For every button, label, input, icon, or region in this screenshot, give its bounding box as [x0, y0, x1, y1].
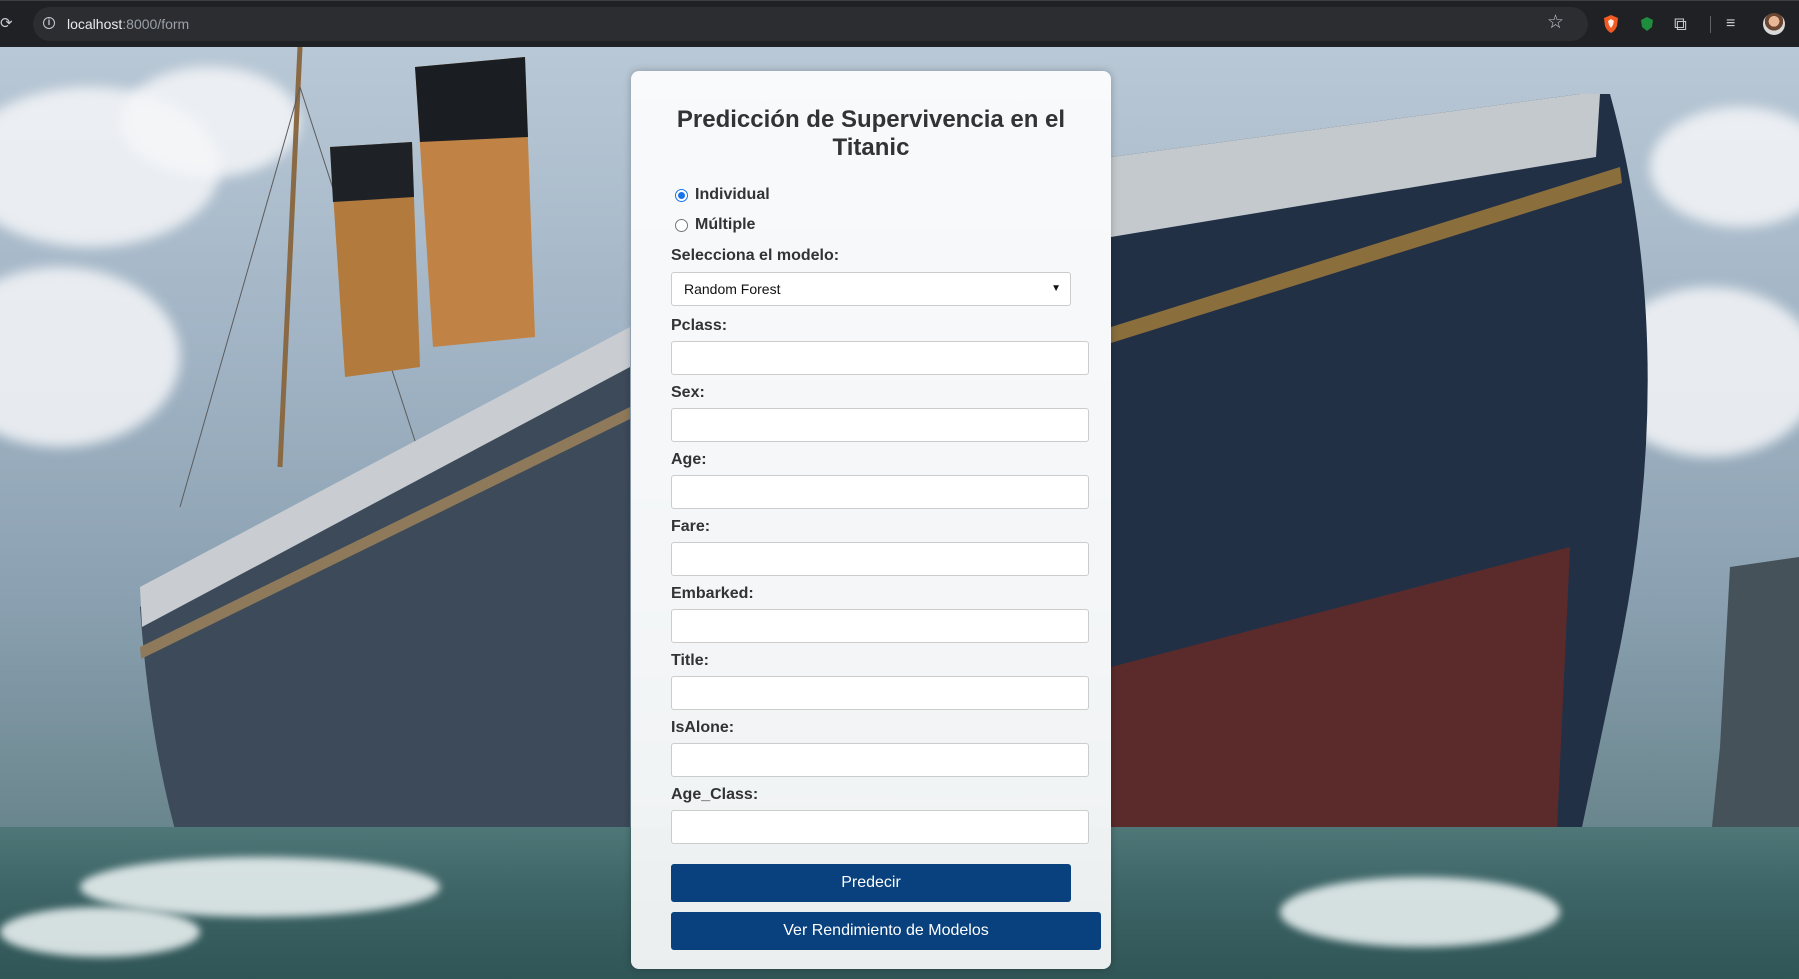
- radio-button-multiple[interactable]: [675, 218, 688, 232]
- sex-input[interactable]: [671, 408, 1089, 442]
- predict-button[interactable]: Predecir: [671, 864, 1071, 902]
- field-label-embarked: Embarked:: [671, 585, 754, 602]
- embarked-input[interactable]: [671, 609, 1089, 643]
- url-text: localhost:8000/form: [67, 16, 189, 32]
- profile-avatar[interactable]: [1763, 13, 1785, 35]
- radio-label-multiple: Múltiple: [695, 216, 756, 233]
- extensions-puzzle-icon[interactable]: ⧉: [1674, 14, 1692, 34]
- field-label-pclass: Pclass:: [671, 317, 728, 334]
- field-label-fare: Fare:: [671, 518, 711, 535]
- field-label-sex: Sex:: [671, 384, 705, 401]
- radio-multiple[interactable]: Múltiple: [675, 215, 755, 235]
- model-select[interactable]: Random Forest ▼: [671, 272, 1071, 306]
- title-input[interactable]: [671, 676, 1089, 710]
- url-path: :8000/form: [122, 16, 190, 32]
- bookmark-star-icon[interactable]: ☆: [1547, 13, 1564, 33]
- reload-icon[interactable]: ⟳: [0, 13, 16, 35]
- field-label-title: Title:: [671, 652, 709, 669]
- age-class-input[interactable]: [671, 810, 1089, 844]
- chevron-down-icon: ▼: [1051, 283, 1061, 294]
- model-select-value: Random Forest: [684, 281, 781, 297]
- model-performance-button[interactable]: Ver Rendimiento de Modelos: [671, 912, 1101, 950]
- age-input[interactable]: [671, 475, 1089, 509]
- page-title: Predicción de Supervivencia en el Titani…: [676, 106, 1066, 161]
- toolbar-divider: [1710, 16, 1711, 33]
- address-bar[interactable]: i localhost:8000/form ☆: [33, 7, 1588, 41]
- field-label-isalone: IsAlone:: [671, 719, 735, 736]
- green-extension-icon[interactable]: [1638, 14, 1656, 34]
- radio-label-individual: Individual: [695, 186, 770, 203]
- brave-shield-icon[interactable]: [1602, 14, 1620, 34]
- radio-button-individual[interactable]: [675, 188, 688, 202]
- field-label-age: Age:: [671, 451, 707, 468]
- field-label-age-class: Age_Class:: [671, 786, 759, 803]
- prediction-form-card: Predicción de Supervivencia en el Titani…: [631, 71, 1111, 969]
- model-select-label: Selecciona el modelo:: [671, 247, 840, 264]
- pclass-input[interactable]: [671, 341, 1089, 375]
- media-controls-icon[interactable]: ≡: [1726, 14, 1744, 34]
- site-info-icon[interactable]: i: [43, 17, 55, 29]
- radio-individual[interactable]: Individual: [675, 185, 770, 205]
- browser-toolbar: ⟳ i localhost:8000/form ☆ ⧉ ≡: [0, 0, 1799, 47]
- fare-input[interactable]: [671, 542, 1089, 576]
- url-host: localhost: [67, 16, 123, 32]
- wave-foam: [1280, 877, 1560, 947]
- wave-foam: [0, 907, 200, 957]
- isalone-input[interactable]: [671, 743, 1089, 777]
